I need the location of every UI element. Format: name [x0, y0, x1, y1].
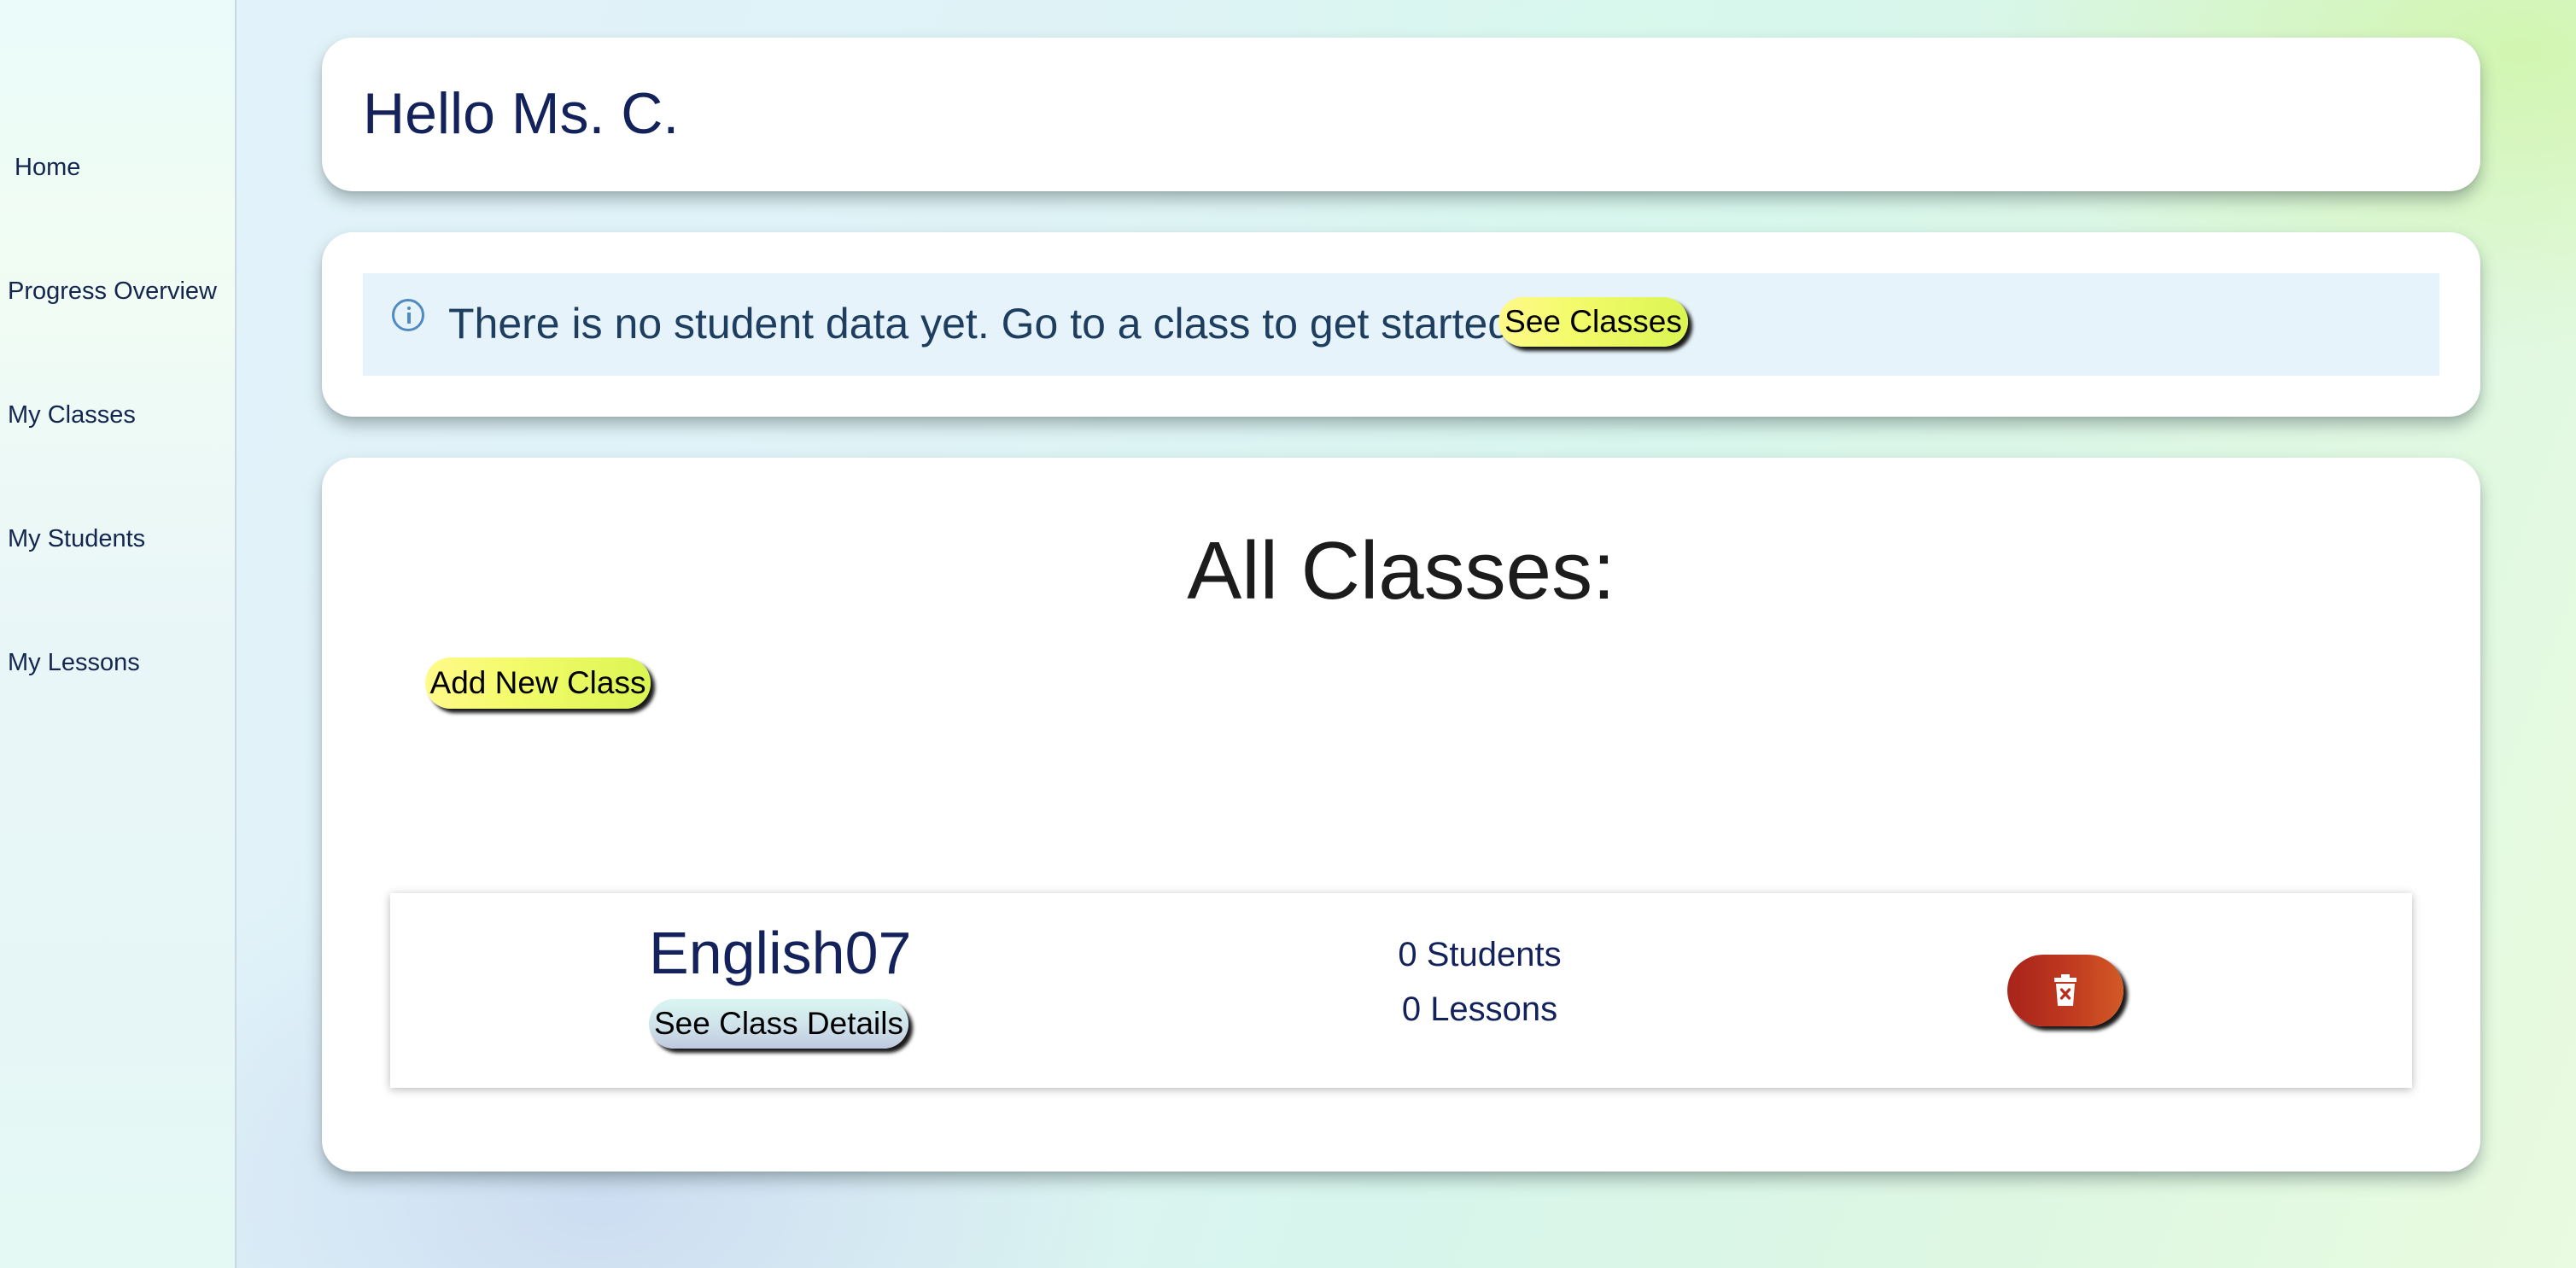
info-message: There is no student data yet. Go to a cl… [448, 300, 1524, 348]
class-row: English07 See Class Details 0 Students 0… [390, 893, 2412, 1088]
info-card: There is no student data yet. Go to a cl… [322, 232, 2480, 417]
add-new-class-button[interactable]: Add New Class [425, 657, 651, 709]
sidebar: Home Progress Overview My Classes My Stu… [0, 0, 237, 1268]
sidebar-item-home[interactable]: Home [15, 154, 80, 182]
class-lessons-count: 0 Lessons [1401, 990, 1558, 1028]
class-name: English07 [649, 920, 912, 986]
delete-class-button[interactable] [2007, 955, 2123, 1026]
trash-icon [2054, 974, 2077, 1006]
info-circle-icon [392, 299, 424, 331]
greeting-title: Hello Ms. C. [363, 81, 680, 146]
sidebar-item-my-students[interactable]: My Students [8, 525, 145, 553]
see-classes-button[interactable]: See Classes [1498, 297, 1688, 347]
see-class-details-button[interactable]: See Class Details [649, 999, 908, 1049]
classes-card: All Classes: Add New Class English07 See… [322, 458, 2480, 1172]
sidebar-item-progress-overview[interactable]: Progress Overview [8, 278, 217, 306]
info-banner: There is no student data yet. Go to a cl… [363, 273, 2439, 376]
class-students-count: 0 Students [1398, 936, 1562, 973]
classes-title: All Classes: [1187, 525, 1615, 616]
sidebar-item-my-classes[interactable]: My Classes [8, 401, 136, 429]
greeting-card: Hello Ms. C. [322, 38, 2480, 191]
sidebar-item-my-lessons[interactable]: My Lessons [8, 649, 140, 677]
